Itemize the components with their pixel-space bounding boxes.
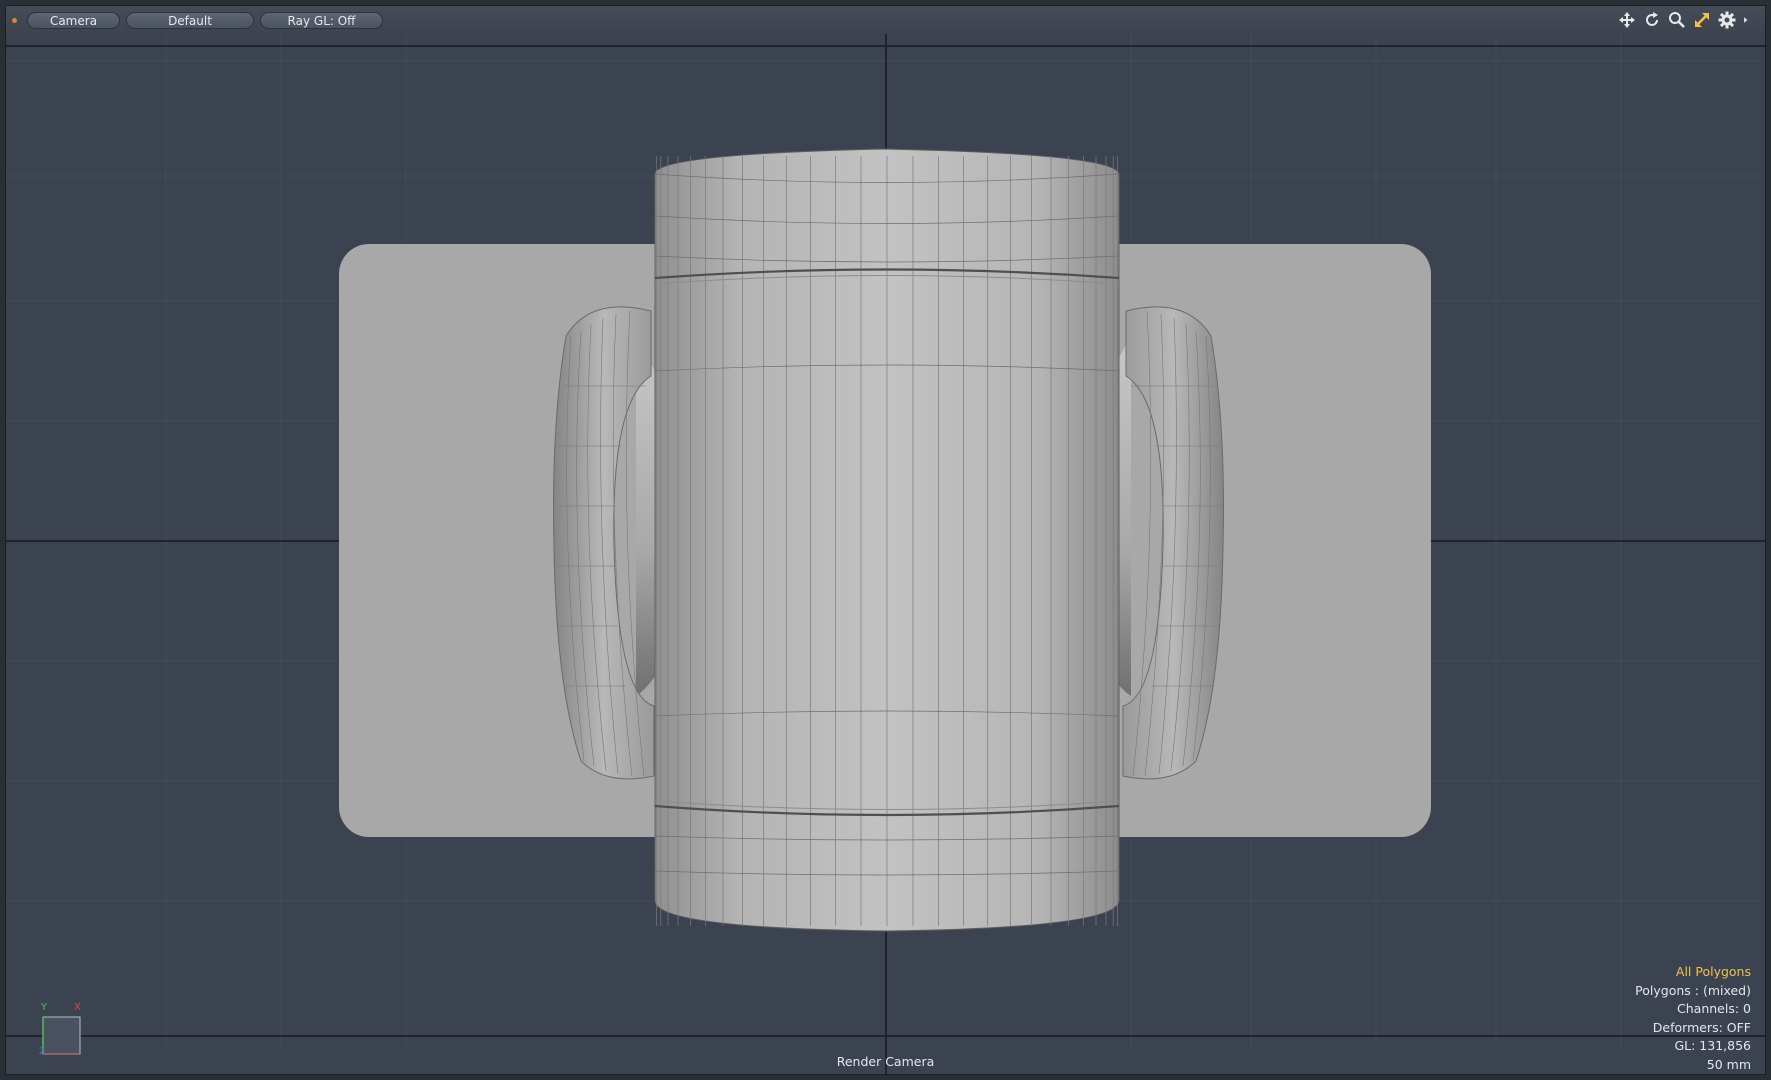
cylinder-mesh[interactable]: [654, 148, 1120, 932]
viewport-tools: [1618, 11, 1753, 29]
deformers-info[interactable]: Deformers: OFF: [1635, 1019, 1751, 1038]
axis-x-label: X: [74, 1002, 81, 1013]
ray-gl-button[interactable]: Ray GL: Off: [260, 11, 383, 29]
render-camera-label: Render Camera: [836, 1054, 935, 1069]
axis-box: [42, 1016, 81, 1055]
viewport-indicator-dot[interactable]: [12, 17, 17, 23]
camera-view-button[interactable]: Camera: [27, 11, 120, 29]
channels-info: Channels: 0: [1677, 1001, 1751, 1016]
maximize-icon[interactable]: [1693, 11, 1711, 29]
move-icon[interactable]: [1618, 11, 1636, 29]
settings-icon[interactable]: [1718, 11, 1736, 29]
shading-style-button[interactable]: Default: [126, 11, 254, 29]
axis-y-label: Y: [40, 1002, 48, 1013]
polygons-info: Polygons : (mixed): [1635, 982, 1751, 998]
menu-arrow-icon[interactable]: [1743, 11, 1753, 29]
zoom-icon[interactable]: [1668, 11, 1686, 29]
viewport-header: Camera Default Ray GL: Off: [6, 6, 1765, 34]
3d-viewport[interactable]: Camera Default Ray GL: Off Y X Z All Pol…: [5, 5, 1766, 1075]
selection-mode-label[interactable]: All Polygons: [1635, 963, 1751, 982]
axis-gizmo: Y X Z: [39, 1002, 81, 1057]
gl-count-info: GL: 131,856: [1674, 1038, 1751, 1053]
rotate-icon[interactable]: [1643, 11, 1661, 29]
scene-canvas[interactable]: [6, 6, 1766, 1075]
